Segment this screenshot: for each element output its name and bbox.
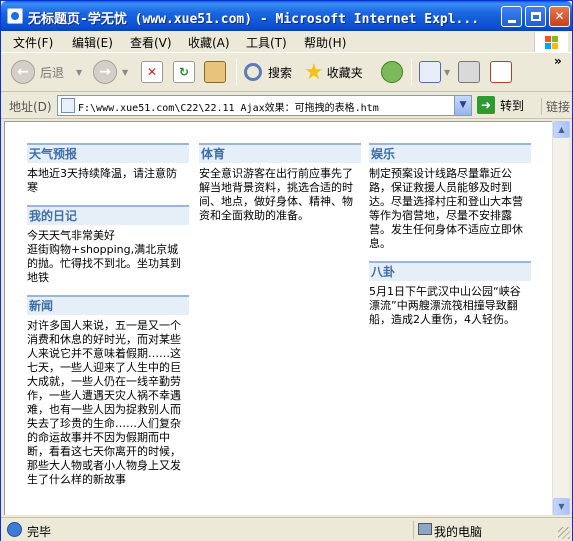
block-body: 安全意识游客在出行前应事先了解当地背景资料，挑选合适的时间、地点，做好身体、精神… [199,167,353,222]
status-bar: 完毕 我的电脑 [1,517,572,541]
search-label: 搜索 [268,65,293,80]
history-button[interactable] [381,57,403,87]
home-icon [204,61,226,83]
block-title[interactable]: 天气预报 [27,143,189,163]
print-button[interactable] [458,57,480,87]
star-icon: ★ [304,59,324,85]
vertical-scrollbar[interactable]: ▲ ▼ [552,121,570,515]
back-dropdown-icon[interactable]: ▼ [76,68,82,77]
toolbar: ← 后退 ▼ → ▼ ✕ ↻ 搜索 ★ 收藏夹 ▼ » [1,54,572,92]
forward-dropdown-icon[interactable]: ▼ [122,68,128,77]
draggable-block[interactable]: 新闻对许多国人来说，五一是又一个消费和休息的好时光，而对某些人来说它并不意味着假… [27,295,189,487]
menu-favorites[interactable]: 收藏(A) [188,34,230,51]
address-value[interactable]: F:\www.xue51.com\C22\22.11 Ajax效果：可拖拽的表格… [78,99,379,114]
resize-grip-icon[interactable] [558,527,570,539]
menu-help[interactable]: 帮助(H) [304,34,346,51]
computer-icon [418,523,432,535]
zone-text: 我的电脑 [434,525,483,539]
favorites-button[interactable]: ★ 收藏夹 [304,57,363,87]
draggable-block[interactable]: 我的日记今天天气非常美好 逛街购物+shopping,满北京城的抛。忙得找不到北… [27,205,189,285]
draggable-block[interactable]: 娱乐制定预案设计线路尽量靠近公路，保证救援人员能够及时到达。尽量选择村庄和登山大… [369,143,531,251]
block-body: 今天天气非常美好 逛街购物+shopping,满北京城的抛。忙得找不到北。坐功其… [27,229,181,284]
address-dropdown-icon[interactable]: ▼ [454,96,471,115]
print-icon [458,61,480,83]
column-middle: 体育安全意识游客在出行前应事先了解当地背景资料，挑选合适的时间、地点，做好身体、… [199,143,361,233]
block-body: 制定预案设计线路尽量靠近公路，保证救援人员能够及时到达。尽量选择村庄和登山大本营… [369,167,523,250]
address-bar: 地址(D) F:\www.xue51.com\C22\22.11 Ajax效果：… [1,93,572,119]
draggable-block[interactable]: 八卦 5月1日下午武汉中山公园“峡谷漂流”中两艘漂流筏相撞导致翻船，造成2人重伤，… [369,261,531,327]
maximize-button[interactable] [525,6,546,27]
go-arrow-icon: ➜ [477,96,495,114]
window-title: 无标题页-学无忧 (www.xue51.com) - Microsoft Int… [28,12,480,27]
menu-bar: 文件(F) 编辑(E) 查看(V) 收藏(A) 工具(T) 帮助(H) [1,31,572,53]
forward-arrow-icon: → [93,60,117,84]
column-right: 娱乐制定预案设计线路尽量靠近公路，保证救援人员能够及时到达。尽量选择村庄和登山大… [369,143,531,337]
back-arrow-icon: ← [11,60,35,84]
block-title[interactable]: 娱乐 [369,143,531,163]
windows-logo-icon [534,32,568,52]
page-icon [61,98,75,113]
page-done-icon [7,522,22,537]
toolbar-overflow-chevron-icon[interactable]: » [554,54,562,68]
toolbar-separator-2 [411,59,412,85]
menu-view[interactable]: 查看(V) [130,34,172,51]
title-bar[interactable]: 无标题页-学无忧 (www.xue51.com) - Microsoft Int… [1,1,572,31]
stop-icon: ✕ [141,61,163,83]
browser-window: 无标题页-学无忧 (www.xue51.com) - Microsoft Int… [0,0,573,541]
minimize-icon [508,20,516,23]
home-button[interactable] [204,57,226,87]
address-input[interactable]: F:\www.xue51.com\C22\22.11 Ajax效果：可拖拽的表格… [57,95,472,116]
security-zone: 我的电脑 [413,521,553,539]
search-icon [244,63,262,81]
scroll-down-button[interactable]: ▼ [553,498,570,515]
go-button[interactable]: ➜ 转到 [477,96,524,114]
mail-dropdown-icon[interactable]: ▼ [444,68,450,77]
block-body: 5月1日下午武汉中山公园“峡谷漂流”中两艘漂流筏相撞导致翻船，造成2人重伤，4人… [369,285,521,326]
page-content: 天气预报本地近3天持续降温，请注意防寒我的日记今天天气非常美好 逛街购物+sho… [4,121,552,515]
block-body: 对许多国人来说，五一是又一个消费和休息的好时光，而对某些人来说它并不意味着假期…… [27,319,181,486]
status-text: 完毕 [27,525,52,539]
maximize-icon [531,12,541,21]
links-button[interactable]: 链接 [541,98,570,115]
edit-icon [490,61,512,83]
draggable-block[interactable]: 天气预报本地近3天持续降温，请注意防寒 [27,143,189,195]
forward-button[interactable]: → ▼ [93,57,128,87]
block-title[interactable]: 体育 [199,143,361,163]
stop-button[interactable]: ✕ [141,57,163,87]
block-title[interactable]: 八卦 [369,261,531,281]
close-button[interactable]: ✕ [549,6,570,27]
minimize-button[interactable] [501,6,522,27]
draggable-block[interactable]: 体育安全意识游客在出行前应事先了解当地背景资料，挑选合适的时间、地点，做好身体、… [199,143,361,223]
back-label: 后退 [40,65,65,80]
toolbar-separator [236,59,237,85]
mail-button[interactable]: ▼ [419,57,450,87]
scroll-up-button[interactable]: ▲ [553,121,570,138]
edit-button[interactable] [490,57,512,87]
close-icon: ✕ [554,9,565,23]
menu-edit[interactable]: 编辑(E) [72,34,113,51]
search-button[interactable]: 搜索 [244,57,292,87]
address-label: 地址(D) [9,100,52,114]
refresh-icon: ↻ [173,61,195,83]
back-button[interactable]: ← 后退 ▼ [11,57,82,87]
menu-tools[interactable]: 工具(T) [246,34,287,51]
menu-file[interactable]: 文件(F) [13,34,53,51]
history-icon [381,61,403,83]
refresh-button[interactable]: ↻ [173,57,195,87]
block-title[interactable]: 新闻 [27,295,189,315]
go-label: 转到 [500,98,525,113]
mail-icon [419,61,441,83]
favorites-label: 收藏夹 [326,65,363,80]
block-body: 本地近3天持续降温，请注意防寒 [27,167,177,194]
ie-icon [7,8,23,24]
block-title[interactable]: 我的日记 [27,205,189,225]
column-left: 天气预报本地近3天持续降温，请注意防寒我的日记今天天气非常美好 逛街购物+sho… [27,143,189,497]
